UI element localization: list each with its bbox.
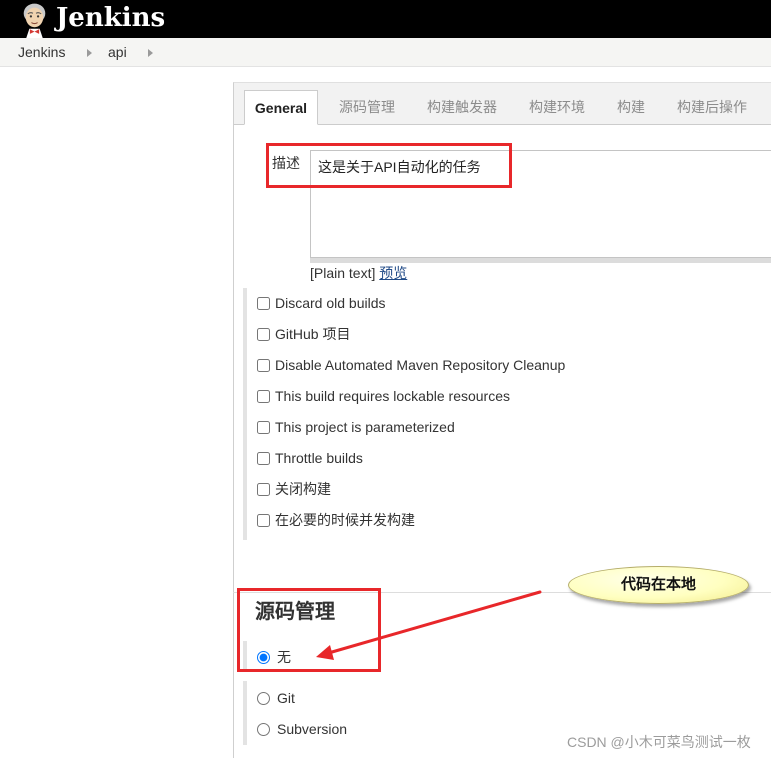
watermark: CSDN @小木可菜鸟测试一枚 (567, 734, 751, 750)
option-label: 关闭构建 (275, 481, 331, 497)
lockable-resources-checkbox[interactable] (257, 389, 270, 403)
annotation-box-description (266, 143, 512, 188)
plain-text-label: [Plain text] (310, 265, 376, 281)
option-label: 在必要的时候并发构建 (275, 512, 415, 528)
disable-maven-cleanup-checkbox[interactable] (257, 358, 270, 372)
jenkins-logo-link[interactable] (16, 1, 53, 38)
tab-build-triggers[interactable]: 构建触发器 (427, 90, 497, 125)
option-label: Disable Automated Maven Repository Clean… (275, 357, 566, 373)
tab-general[interactable]: General (244, 90, 318, 125)
breadcrumb-item-api[interactable]: api (108, 38, 127, 67)
option-concurrent-builds[interactable]: 在必要的时候并发构建 (255, 510, 415, 530)
option-label: Throttle builds (275, 450, 363, 466)
option-label: GitHub 项目 (275, 326, 351, 342)
option-label: Discard old builds (275, 295, 386, 311)
option-github-project[interactable]: GitHub 项目 (255, 324, 350, 344)
option-parameterized[interactable]: This project is parameterized (255, 417, 455, 437)
scm-option-label: Git (277, 690, 295, 706)
description-format-note: [Plain text] 预览 (310, 264, 407, 282)
option-discard-old-builds[interactable]: Discard old builds (255, 293, 386, 313)
scm-option-label: Subversion (277, 721, 348, 737)
option-label: This project is parameterized (275, 419, 455, 435)
github-project-checkbox[interactable] (257, 327, 270, 341)
throttle-builds-checkbox[interactable] (257, 451, 270, 465)
breadcrumb-arrow-icon[interactable] (87, 49, 92, 57)
breadcrumb-arrow-icon[interactable] (148, 49, 153, 57)
option-disable-build[interactable]: 关闭构建 (255, 479, 331, 499)
scm-option-git[interactable]: Git (255, 688, 295, 708)
tab-build[interactable]: 构建 (617, 90, 645, 125)
textarea-resize-handle[interactable] (310, 258, 771, 263)
option-lockable-resources[interactable]: This build requires lockable resources (255, 386, 510, 406)
options-section-bracket (243, 288, 247, 540)
preview-link[interactable]: 预览 (379, 265, 407, 281)
tab-source-code-management[interactable]: 源码管理 (339, 90, 395, 125)
option-label: This build requires lockable resources (275, 388, 510, 404)
breadcrumb-item-jenkins[interactable]: Jenkins (18, 38, 65, 67)
option-disable-maven-cleanup[interactable]: Disable Automated Maven Repository Clean… (255, 355, 565, 375)
tab-post-build-actions[interactable]: 构建后操作 (677, 90, 747, 125)
jenkins-logo-icon (23, 3, 46, 38)
tab-build-environment[interactable]: 构建环境 (529, 90, 585, 125)
scm-git-radio[interactable] (257, 691, 270, 705)
option-throttle-builds[interactable]: Throttle builds (255, 448, 363, 468)
jenkins-brand-title[interactable]: Jenkins (56, 1, 165, 35)
discard-old-builds-checkbox[interactable] (257, 296, 270, 310)
annotation-box-scm (237, 588, 381, 672)
scm-option-subversion[interactable]: Subversion (255, 719, 347, 739)
parameterized-checkbox[interactable] (257, 420, 270, 434)
annotation-callout: 代码在本地 (568, 566, 749, 604)
scm-subversion-radio[interactable] (257, 722, 270, 736)
concurrent-builds-checkbox[interactable] (257, 513, 270, 527)
disable-build-checkbox[interactable] (257, 482, 270, 496)
scm-options-bracket (243, 681, 247, 745)
